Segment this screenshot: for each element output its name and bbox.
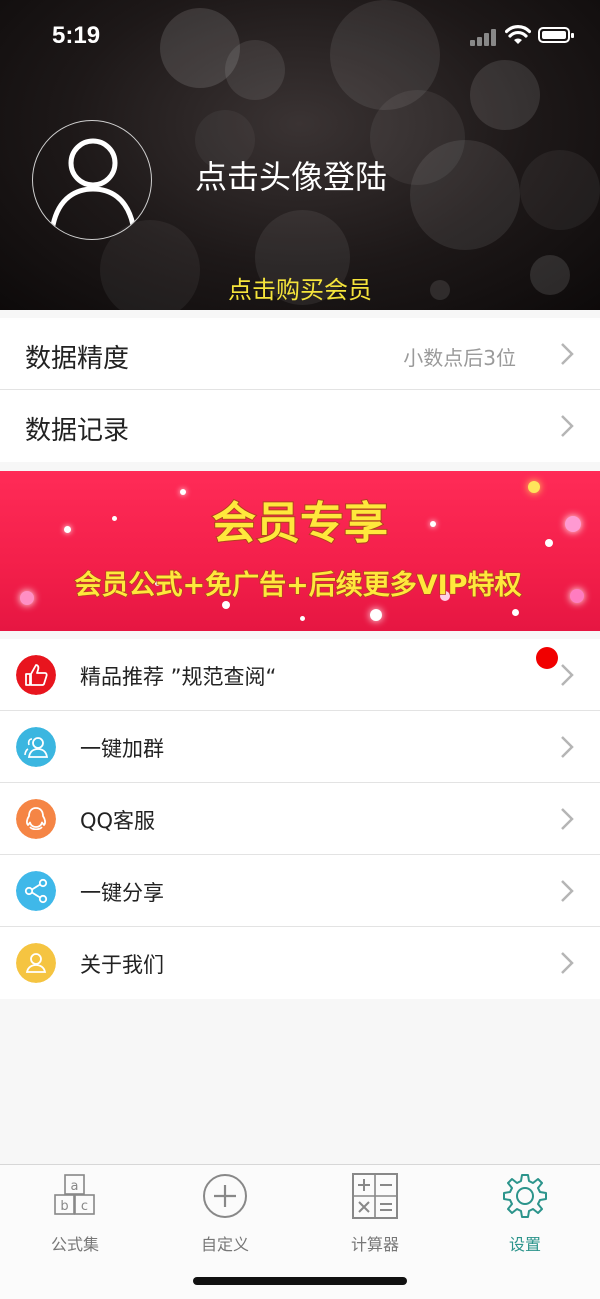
login-prompt[interactable]: 点击头像登陆: [195, 152, 387, 198]
app-screen: 5:19 点击头像登陆 点击购买会员 数据精度 小数点后3位 数据记录 会员专享…: [0, 0, 600, 1299]
settings-row-label: 数据精度: [25, 344, 130, 374]
menu-item-share[interactable]: 一键分享: [0, 855, 600, 927]
wifi-icon: [505, 25, 531, 44]
svg-text:c: c: [81, 1199, 88, 1214]
menu-item-label: 精品推荐 ”规范查阅“: [80, 665, 277, 689]
chevron-right-icon: [561, 664, 574, 686]
banner-title: 会员专享: [212, 498, 388, 549]
thumbs-up-icon: [16, 655, 56, 695]
tab-settings[interactable]: 设置: [450, 1173, 600, 1254]
calculator-icon: [352, 1173, 398, 1219]
tab-label: 设置: [508, 1235, 541, 1254]
menu-item-label: 关于我们: [80, 953, 164, 977]
menu-item-qq-support[interactable]: QQ客服: [0, 783, 600, 855]
group-icon: [16, 727, 56, 767]
menu-list: 精品推荐 ”规范查阅“ 一键加群 QQ客服 一键分享 关于我们: [0, 639, 600, 999]
home-indicator[interactable]: [193, 1277, 407, 1285]
tab-label: 计算器: [350, 1235, 399, 1254]
status-bar: 5:19: [0, 0, 600, 72]
menu-item-label: 一键加群: [80, 737, 164, 761]
vip-banner[interactable]: 会员专享 会员公式+免广告+后续更多VIP特权: [0, 471, 600, 631]
chevron-right-icon: [561, 952, 574, 974]
user-icon: [16, 943, 56, 983]
settings-row-records[interactable]: 数据记录: [0, 390, 600, 462]
user-avatar-icon: [50, 138, 136, 228]
avatar-button[interactable]: [32, 120, 152, 240]
menu-item-join-group[interactable]: 一键加群: [0, 711, 600, 783]
battery-icon: [538, 27, 574, 43]
tab-label: 自定义: [200, 1235, 249, 1254]
tab-calculator[interactable]: 计算器: [300, 1173, 450, 1254]
menu-item-label: 一键分享: [80, 881, 164, 905]
precision-value: 小数点后3位: [403, 346, 516, 370]
notification-dot: [536, 647, 558, 669]
chevron-right-icon: [561, 343, 574, 365]
chevron-right-icon: [561, 415, 574, 437]
settings-list: 数据精度 小数点后3位 数据记录: [0, 318, 600, 462]
tab-formulas[interactable]: a b c 公式集: [0, 1173, 150, 1254]
settings-row-precision[interactable]: 数据精度 小数点后3位: [0, 318, 600, 390]
banner-artwork: 会员专享 会员公式+免广告+后续更多VIP特权: [74, 497, 522, 602]
tab-custom[interactable]: 自定义: [150, 1173, 300, 1254]
chevron-right-icon: [561, 880, 574, 902]
plus-circle-icon: [203, 1174, 247, 1218]
chevron-right-icon: [561, 736, 574, 758]
svg-text:b: b: [60, 1199, 68, 1214]
bokeh-light: [410, 140, 520, 250]
menu-item-about[interactable]: 关于我们: [0, 927, 600, 999]
status-time: 5:19: [52, 22, 101, 49]
bokeh-light: [520, 150, 600, 230]
menu-item-label: QQ客服: [80, 809, 156, 833]
chevron-right-icon: [561, 808, 574, 830]
profile-header: 5:19 点击头像登陆 点击购买会员: [0, 0, 600, 310]
qq-icon: [16, 799, 56, 839]
gear-icon: [503, 1174, 547, 1218]
settings-row-label: 数据记录: [25, 416, 130, 446]
tab-label: 公式集: [50, 1235, 99, 1254]
share-icon: [16, 871, 56, 911]
banner-subtitle: 会员公式+免广告+后续更多VIP特权: [75, 570, 522, 601]
buy-vip-link[interactable]: 点击购买会员: [0, 270, 600, 305]
svg-text:a: a: [71, 1179, 79, 1194]
cellular-signal-icon: [470, 28, 498, 46]
abc-blocks-icon: a b c: [54, 1174, 95, 1215]
menu-item-recommend[interactable]: 精品推荐 ”规范查阅“: [0, 639, 600, 711]
